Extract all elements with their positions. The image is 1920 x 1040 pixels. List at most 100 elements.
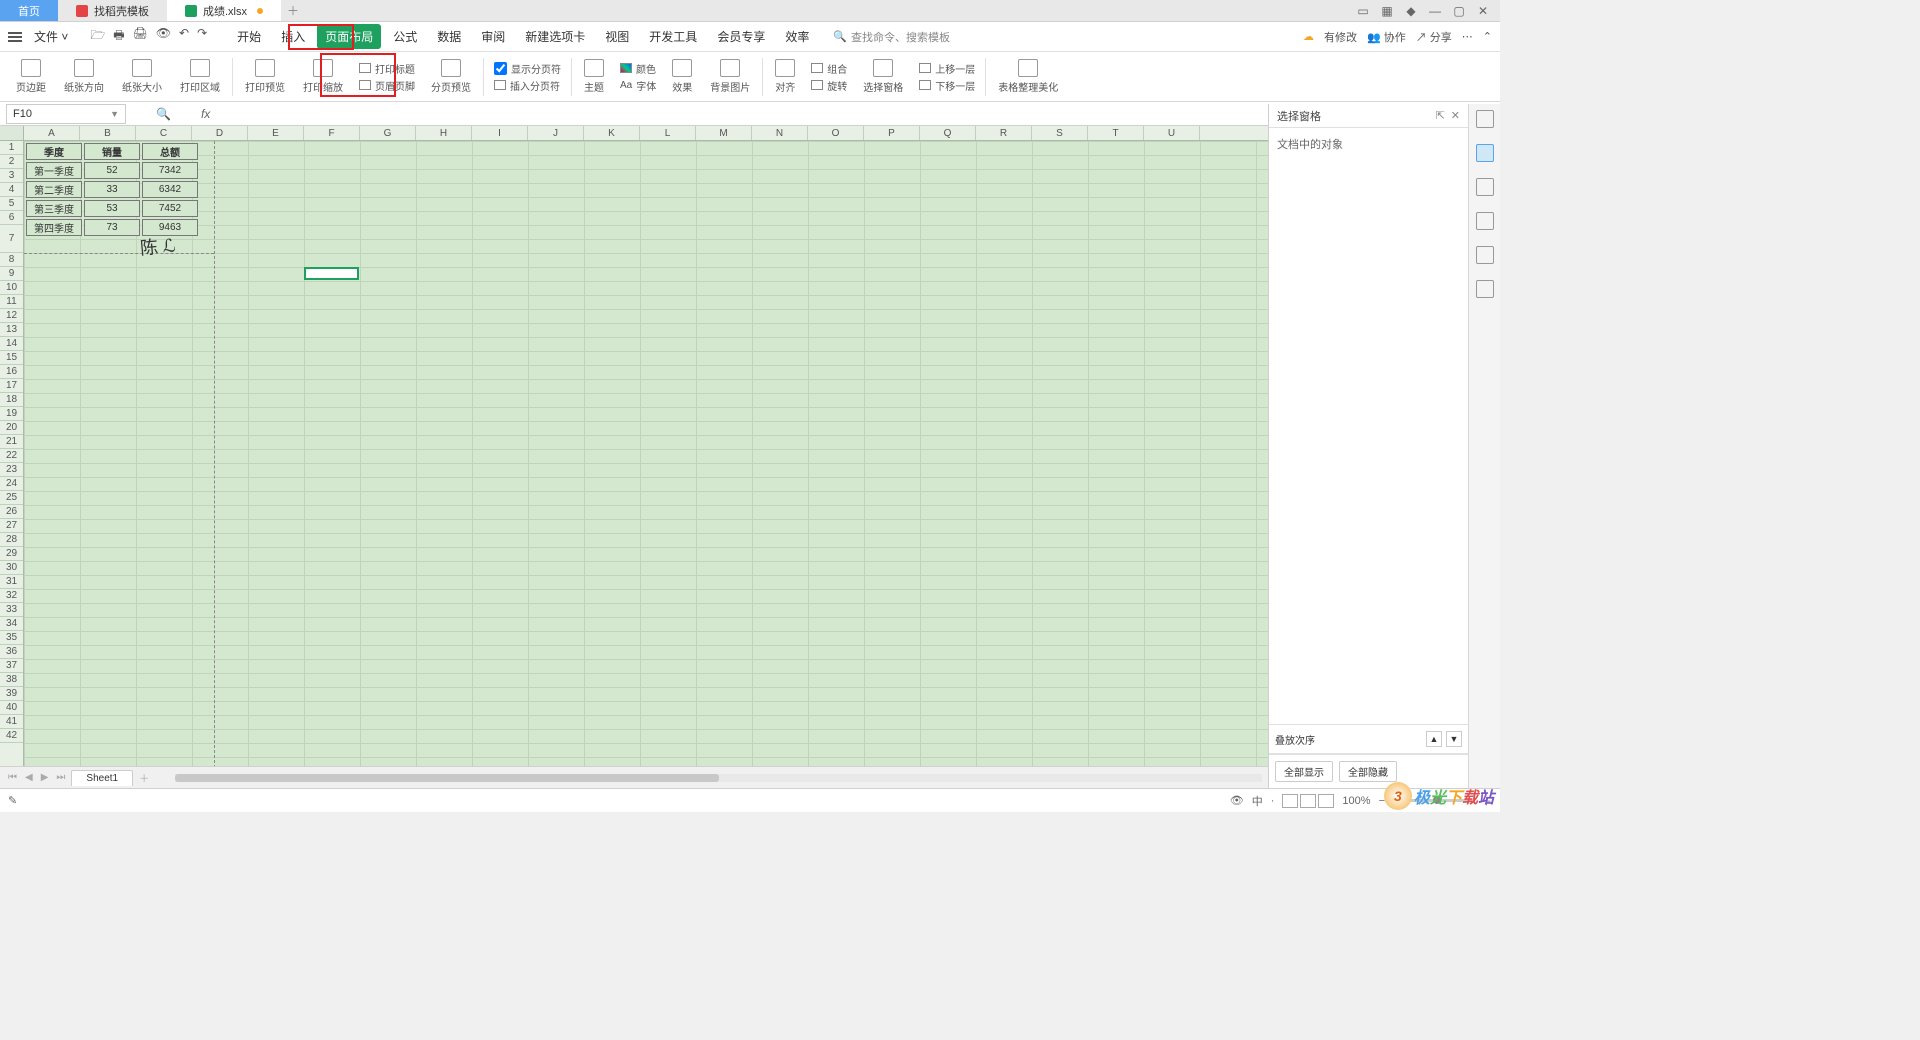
search-fx-icon[interactable]: 🔍 — [156, 107, 171, 121]
data-cell[interactable]: 53 — [84, 200, 140, 217]
sheet-add-icon[interactable]: ＋ — [139, 770, 149, 785]
show-all-button[interactable]: 全部显示 — [1275, 761, 1333, 782]
tab-start[interactable]: 开始 — [229, 24, 269, 49]
tab-home[interactable]: 首页 — [0, 0, 58, 21]
row-header-10[interactable]: 10 — [0, 281, 23, 295]
color-button[interactable]: 颜色 — [620, 61, 656, 76]
zoom-slider[interactable] — [1393, 799, 1473, 802]
row-header-4[interactable]: 4 — [0, 183, 23, 197]
col-header-J[interactable]: J — [528, 126, 584, 140]
selection-pane-button[interactable]: 选择窗格 — [855, 59, 911, 94]
row-header-33[interactable]: 33 — [0, 603, 23, 617]
row-header-42[interactable]: 42 — [0, 729, 23, 743]
beautify-button[interactable]: 表格整理美化 — [990, 59, 1066, 94]
data-cell[interactable]: 52 — [84, 162, 140, 179]
row-header-19[interactable]: 19 — [0, 407, 23, 421]
status-input-icon[interactable]: ✎ — [8, 794, 17, 807]
side-format-icon[interactable] — [1476, 110, 1494, 128]
row-header-25[interactable]: 25 — [0, 491, 23, 505]
col-header-G[interactable]: G — [360, 126, 416, 140]
sheet-next-icon[interactable]: ▶ — [41, 772, 49, 783]
row-header-39[interactable]: 39 — [0, 687, 23, 701]
spell-icon[interactable]: · — [1271, 795, 1275, 807]
row-header-36[interactable]: 36 — [0, 645, 23, 659]
data-cell[interactable]: 第三季度 — [26, 200, 82, 217]
row-header-40[interactable]: 40 — [0, 701, 23, 715]
group-button[interactable]: 组合 — [811, 61, 847, 76]
font-button[interactable]: Aa 字体 — [620, 78, 656, 93]
hide-all-button[interactable]: 全部隐藏 — [1339, 761, 1397, 782]
zoom-thumb[interactable] — [1433, 796, 1441, 804]
row-header-41[interactable]: 41 — [0, 715, 23, 729]
row-header-6[interactable]: 6 — [0, 211, 23, 225]
show-break-check[interactable] — [494, 62, 507, 75]
col-header-I[interactable]: I — [472, 126, 528, 140]
eye-icon[interactable]: 👁 — [1230, 794, 1244, 807]
side-style-icon[interactable] — [1476, 178, 1494, 196]
row-header-9[interactable]: 9 — [0, 267, 23, 281]
view-pagebreak-icon[interactable] — [1318, 794, 1334, 808]
print-icon[interactable]: 🖨 — [133, 26, 148, 47]
col-header-O[interactable]: O — [808, 126, 864, 140]
name-box-dropdown-icon[interactable]: ▼ — [110, 109, 119, 119]
tab-data[interactable]: 数据 — [429, 24, 469, 49]
sheet-prev-icon[interactable]: ◀ — [25, 772, 33, 783]
row-header-35[interactable]: 35 — [0, 631, 23, 645]
row-header-12[interactable]: 12 — [0, 309, 23, 323]
page-preview-button[interactable]: 分页预览 — [423, 59, 479, 94]
col-header-T[interactable]: T — [1088, 126, 1144, 140]
view-pagelayout-icon[interactable] — [1300, 794, 1316, 808]
header-cell[interactable]: 销量 — [84, 143, 140, 160]
bgimg-button[interactable]: 背景图片 — [702, 59, 758, 94]
col-header-U[interactable]: U — [1144, 126, 1200, 140]
tab-review[interactable]: 审阅 — [473, 24, 513, 49]
reading-mode-icon[interactable]: ▭ — [1356, 4, 1370, 18]
align-button[interactable]: 对齐 — [767, 59, 803, 94]
data-cell[interactable]: 33 — [84, 181, 140, 198]
side-backup-icon[interactable] — [1476, 280, 1494, 298]
coop-button[interactable]: 👥 协作 — [1367, 29, 1406, 45]
data-cell[interactable]: 73 — [84, 219, 140, 236]
theme-button[interactable]: 主题 — [576, 59, 612, 94]
row-header-28[interactable]: 28 — [0, 533, 23, 547]
col-header-B[interactable]: B — [80, 126, 136, 140]
data-cell[interactable]: 第四季度 — [26, 219, 82, 236]
row-header-2[interactable]: 2 — [0, 155, 23, 169]
col-header-A[interactable]: A — [24, 126, 80, 140]
row-header-22[interactable]: 22 — [0, 449, 23, 463]
row-header-5[interactable]: 5 — [0, 197, 23, 211]
row-header-38[interactable]: 38 — [0, 673, 23, 687]
side-location-icon[interactable] — [1476, 246, 1494, 264]
row-header-34[interactable]: 34 — [0, 617, 23, 631]
col-header-K[interactable]: K — [584, 126, 640, 140]
apps-icon[interactable]: ▦ — [1380, 4, 1394, 18]
row-header-37[interactable]: 37 — [0, 659, 23, 673]
move-down-button[interactable]: 下移一层 — [919, 78, 975, 93]
lang-icon[interactable]: 中 — [1252, 793, 1263, 809]
open-icon[interactable]: 🗁 — [90, 26, 105, 47]
view-normal-icon[interactable] — [1282, 794, 1298, 808]
row-header-27[interactable]: 27 — [0, 519, 23, 533]
sheet-tab-1[interactable]: Sheet1 — [71, 770, 133, 786]
header-cell[interactable]: 总额 — [142, 143, 198, 160]
orientation-button[interactable]: 纸张方向 — [56, 59, 112, 94]
fx-label[interactable]: fx — [201, 107, 210, 121]
row-header-3[interactable]: 3 — [0, 169, 23, 183]
horizontal-scrollbar[interactable] — [175, 774, 1262, 782]
show-break-checkbox[interactable]: 显示分页符 — [494, 61, 561, 76]
col-header-N[interactable]: N — [752, 126, 808, 140]
col-header-Q[interactable]: Q — [920, 126, 976, 140]
print-titles-button[interactable]: 打印标题 — [359, 61, 415, 76]
name-box[interactable]: F10 ▼ — [6, 104, 126, 124]
row-header-20[interactable]: 20 — [0, 421, 23, 435]
col-header-M[interactable]: M — [696, 126, 752, 140]
header-footer-button[interactable]: 页眉页脚 — [359, 78, 415, 93]
col-header-H[interactable]: H — [416, 126, 472, 140]
data-cell[interactable]: 第一季度 — [26, 162, 82, 179]
row-header-8[interactable]: 8 — [0, 253, 23, 267]
cell-grid[interactable]: 季度销量总额第一季度527342第二季度336342第三季度537452第四季度… — [24, 141, 1268, 788]
tab-formula[interactable]: 公式 — [385, 24, 425, 49]
margin-button[interactable]: 页边距 — [8, 59, 54, 94]
col-header-P[interactable]: P — [864, 126, 920, 140]
share-button[interactable]: ↗ 分享 — [1416, 29, 1452, 45]
